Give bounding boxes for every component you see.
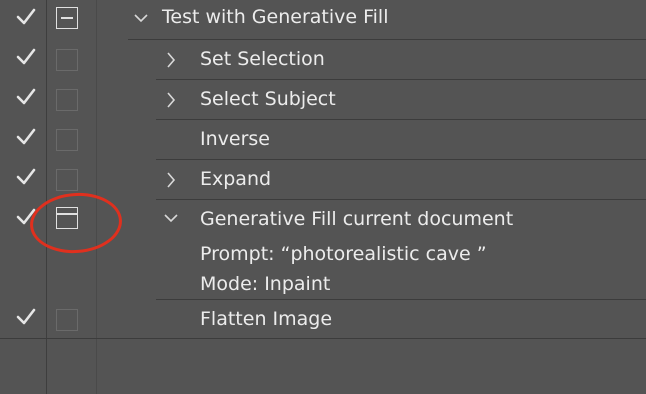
checkmark-icon[interactable] — [15, 6, 37, 28]
action-step-row[interactable]: Select Subject — [0, 80, 646, 120]
action-step-label: Expand — [200, 168, 272, 190]
action-step-label: Set Selection — [200, 48, 325, 70]
actions-panel: Test with Generative Fill Set Selection … — [0, 0, 646, 394]
chevron-right-icon[interactable] — [163, 172, 179, 188]
checkmark-icon[interactable] — [15, 166, 37, 188]
action-step-row[interactable]: Flatten Image — [0, 300, 646, 338]
action-step-label: Generative Fill current document — [200, 208, 514, 230]
dialog-toggle-icon[interactable] — [56, 49, 78, 71]
checkmark-icon[interactable] — [15, 46, 37, 68]
action-step-row[interactable]: Inverse — [0, 120, 646, 160]
action-step-label: Select Subject — [200, 88, 336, 110]
dialog-toggle-icon[interactable] — [56, 89, 78, 111]
chevron-right-icon[interactable] — [163, 92, 179, 108]
chevron-down-icon[interactable] — [133, 10, 149, 26]
mode-detail: Mode: Inpaint — [200, 273, 331, 295]
dialog-toggle-icon[interactable] — [56, 129, 78, 151]
list-end-divider — [0, 338, 646, 339]
action-step-label: Flatten Image — [200, 308, 333, 330]
checkmark-icon[interactable] — [15, 126, 37, 148]
dialog-toggle-icon[interactable] — [56, 169, 78, 191]
prompt-detail: Prompt: “photorealistic cave ” — [200, 243, 487, 265]
chevron-right-icon[interactable] — [163, 52, 179, 68]
dialog-toggle-icon[interactable] — [56, 309, 78, 331]
checkmark-icon[interactable] — [15, 86, 37, 108]
action-step-row[interactable]: Set Selection — [0, 40, 646, 80]
dialog-toggle-icon[interactable] — [56, 7, 78, 29]
chevron-down-icon[interactable] — [163, 210, 179, 226]
action-step-row[interactable]: Expand — [0, 160, 646, 200]
action-set-label: Test with Generative Fill — [162, 6, 389, 28]
action-step-label: Inverse — [200, 128, 270, 150]
action-set-row[interactable]: Test with Generative Fill — [0, 0, 646, 40]
checkmark-icon[interactable] — [15, 306, 37, 328]
